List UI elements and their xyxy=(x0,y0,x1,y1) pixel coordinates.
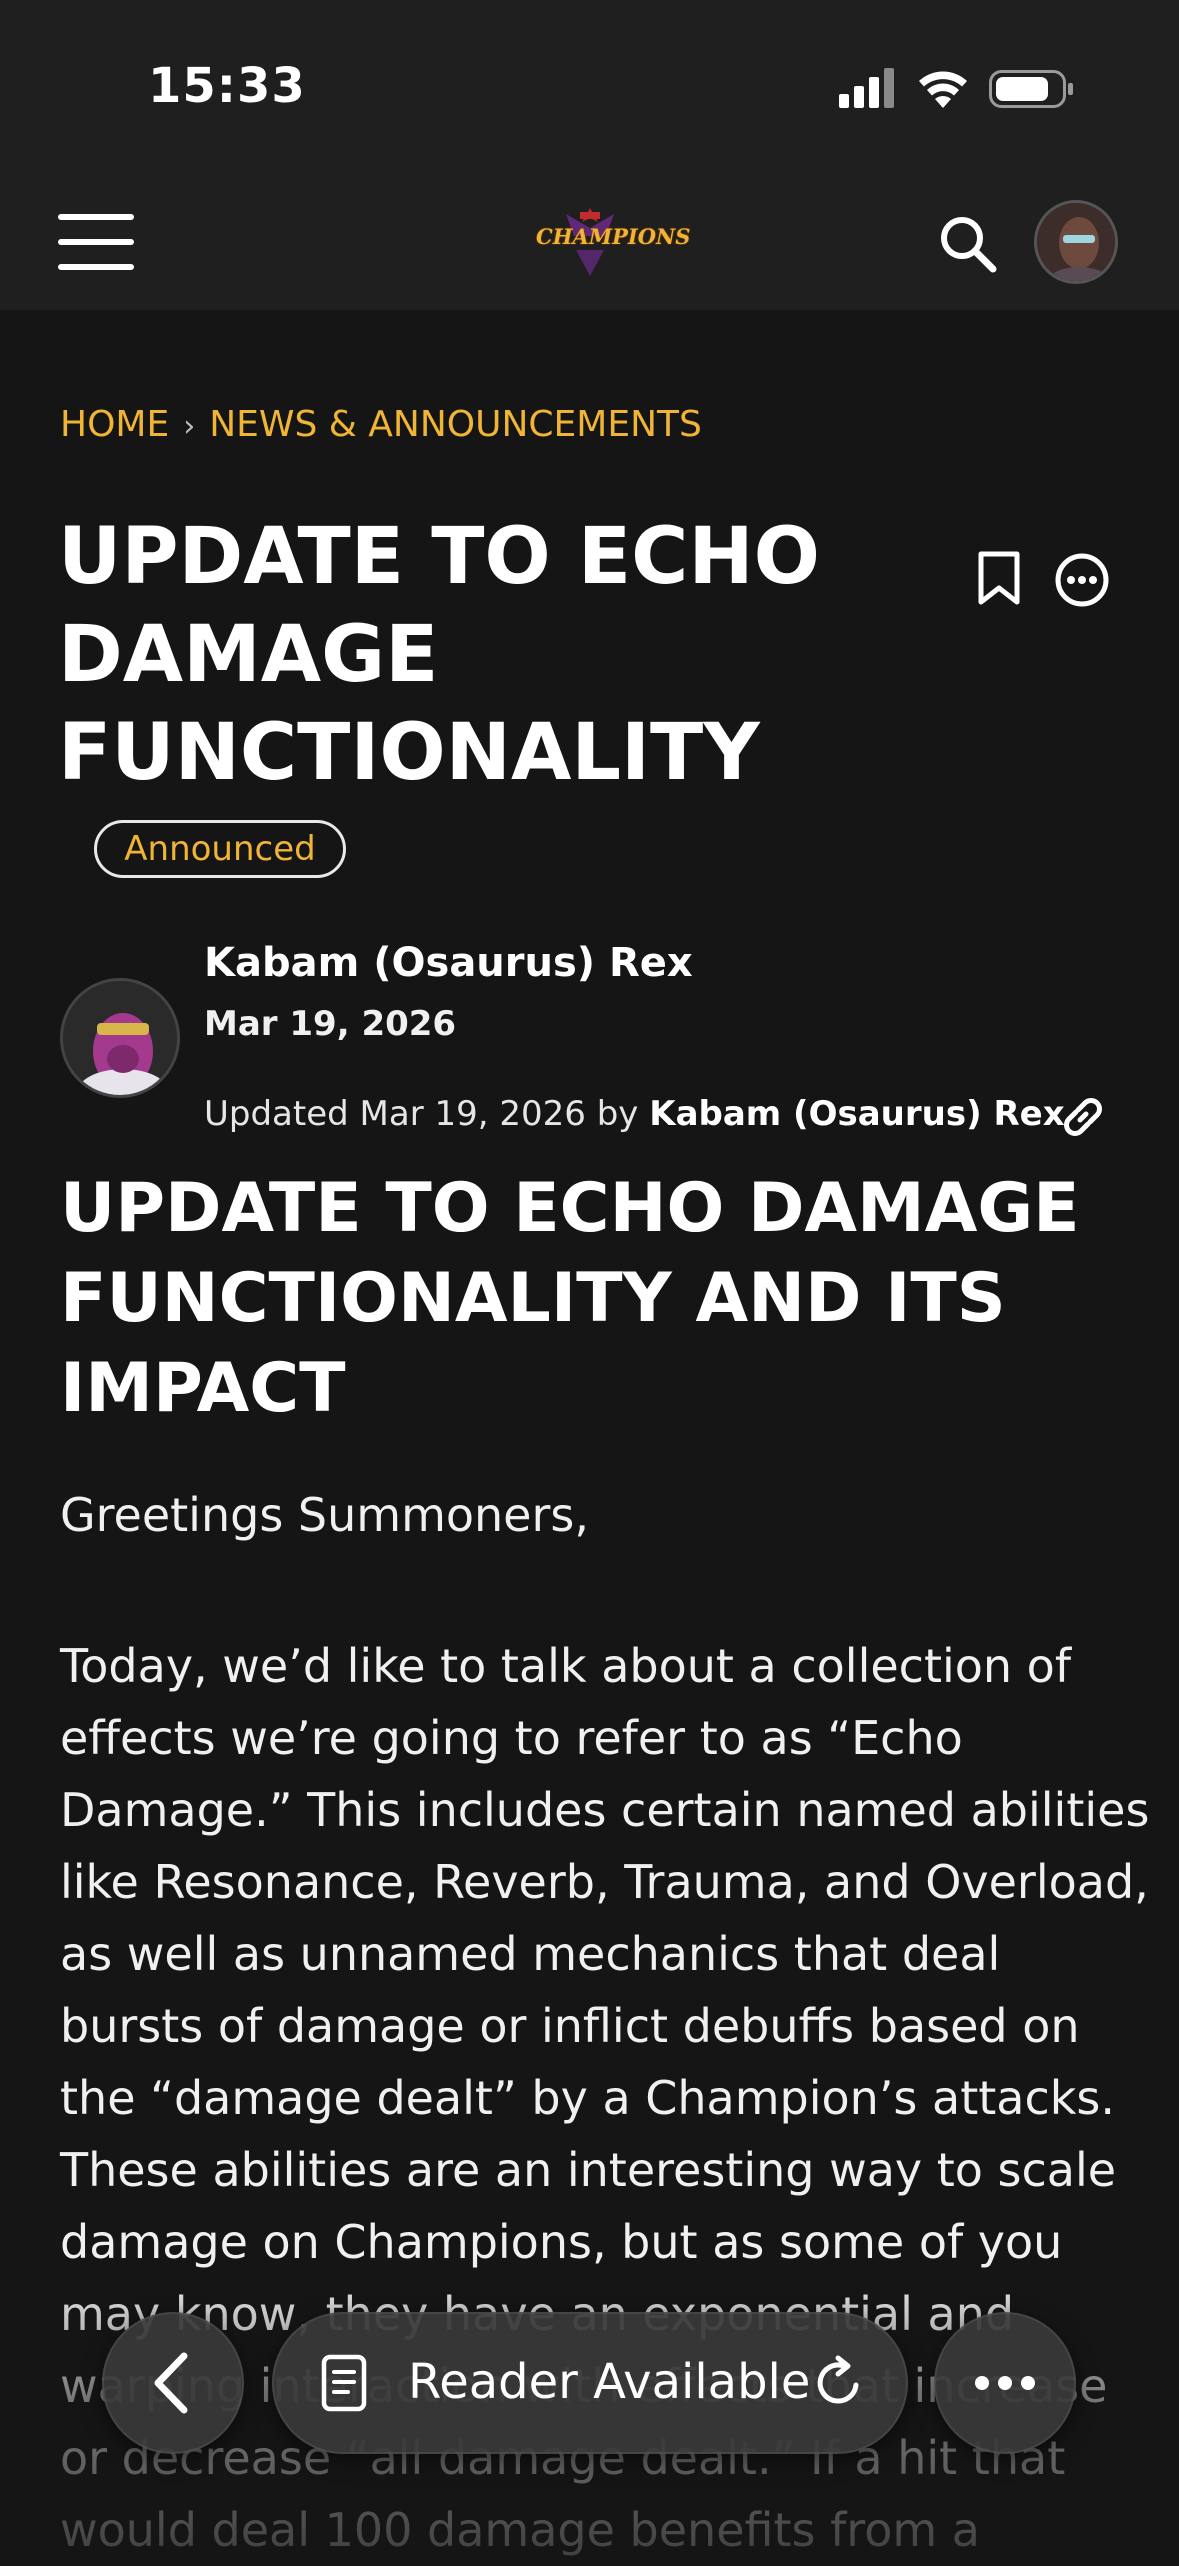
browser-more-button[interactable] xyxy=(934,2312,1076,2454)
reload-icon[interactable] xyxy=(812,2355,868,2411)
reader-document-icon xyxy=(321,2354,367,2412)
wifi-icon xyxy=(919,71,967,108)
copy-link-icon[interactable] xyxy=(1058,1092,1108,1142)
more-dots-icon xyxy=(975,2376,1035,2390)
status-icons xyxy=(839,66,1079,110)
breadcrumb-separator: › xyxy=(183,409,196,444)
chevron-left-icon xyxy=(154,2352,188,2414)
reader-mode-button[interactable]: Reader Available xyxy=(272,2312,908,2454)
user-avatar[interactable] xyxy=(1034,200,1118,284)
site-header: CHAMPIONS xyxy=(0,172,1179,310)
logo-text: CHAMPIONS xyxy=(536,224,691,249)
author-name[interactable]: Kabam (Osaurus) Rex xyxy=(204,940,693,986)
cellular-signal-icon xyxy=(839,68,894,108)
author-avatar[interactable] xyxy=(60,978,180,1098)
status-bar: 15:33 xyxy=(0,0,1179,172)
bookmark-icon[interactable] xyxy=(974,550,1024,606)
browser-back-button[interactable] xyxy=(102,2312,244,2454)
updated-prefix: Updated Mar 19, 2026 by xyxy=(204,1094,650,1134)
post-options-icon[interactable] xyxy=(1054,552,1110,608)
search-icon[interactable] xyxy=(938,214,998,274)
breadcrumb-home[interactable]: HOME xyxy=(60,404,169,445)
status-time: 15:33 xyxy=(148,58,306,114)
updated-line: Updated Mar 19, 2026 by Kabam (Osaurus) … xyxy=(204,1094,1065,1134)
battery-icon xyxy=(989,70,1073,108)
site-logo[interactable]: CHAMPIONS xyxy=(536,206,691,278)
reader-available-label: Reader Available xyxy=(408,2354,811,2410)
hamburger-menu-icon[interactable] xyxy=(58,214,134,270)
updated-by-author[interactable]: Kabam (Osaurus) Rex xyxy=(649,1094,1064,1134)
breadcrumb-section[interactable]: NEWS & ANNOUNCEMENTS xyxy=(209,404,702,445)
article-greeting: Greetings Summoners, xyxy=(60,1488,589,1542)
article-heading: UPDATE TO ECHO DAMAGE FUNCTIONALITY AND … xyxy=(60,1169,1080,1428)
breadcrumb: HOME › NEWS & ANNOUNCEMENTS xyxy=(60,404,702,445)
post-date: Mar 19, 2026 xyxy=(204,1004,457,1044)
status-badge: Announced xyxy=(94,820,346,878)
page-title: UPDATE TO ECHO DAMAGE FUNCTIONALITY xyxy=(58,512,820,798)
